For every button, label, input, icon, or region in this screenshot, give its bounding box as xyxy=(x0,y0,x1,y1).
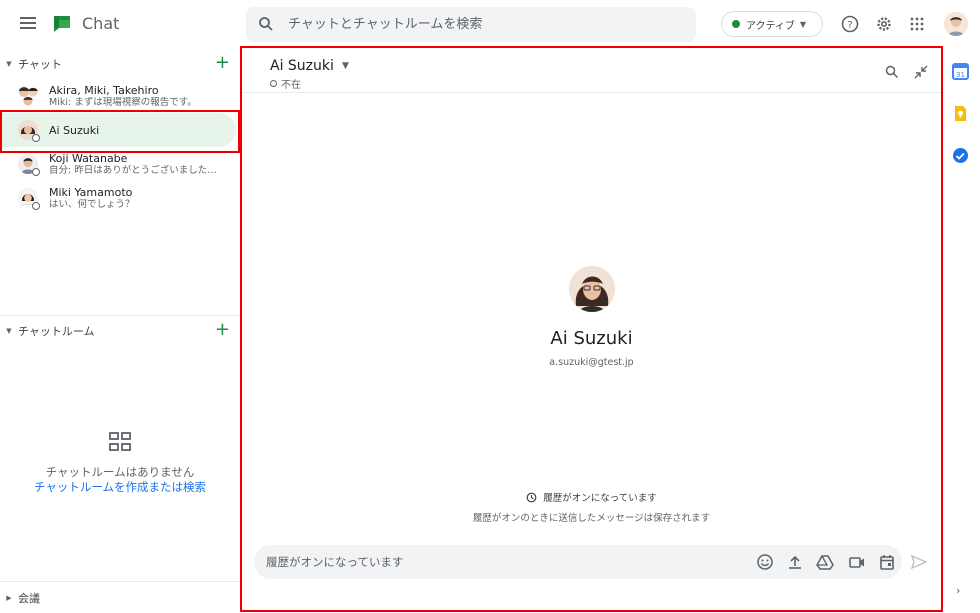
contact-name: Ai Suzuki xyxy=(550,328,633,349)
history-clock-icon xyxy=(526,492,537,503)
presence-text: 不在 xyxy=(281,80,301,91)
conversation-title[interactable]: Ai Suzuki xyxy=(270,58,334,74)
keep-icon[interactable] xyxy=(952,105,969,122)
dm-name: Koji Watanabe xyxy=(49,151,128,165)
rooms-empty-state: チャットルームはありません チャットルームを作成または検索 xyxy=(0,431,240,495)
expand-triangle-icon: ▼ xyxy=(6,327,12,335)
away-presence-icon xyxy=(270,80,277,87)
calendar-invite-icon[interactable] xyxy=(878,553,896,571)
dm-item-miki-yamamoto[interactable]: Miki Yamamoto はい、何でしょう？ xyxy=(0,181,236,215)
dm-name: Akira, Miki, Takehiro xyxy=(49,83,159,97)
dm-name: Ai Suzuki xyxy=(49,123,100,137)
meetings-section-title: 会議 xyxy=(18,592,40,605)
dm-item-koji-watanabe[interactable]: Koji Watanabe 自分: 昨日はありがとうございました… xyxy=(0,147,236,181)
tasks-icon[interactable] xyxy=(952,147,969,164)
rooms-section-header[interactable]: ▼ チャットルーム + xyxy=(0,316,240,346)
expand-triangle-icon: ▼ xyxy=(6,60,12,68)
conversation-header: Ai Suzuki ▼ 不在 xyxy=(242,48,941,93)
drive-icon[interactable] xyxy=(816,553,834,571)
side-panel-rail: 31 › xyxy=(945,48,980,613)
search-input[interactable] xyxy=(288,7,688,42)
dm-name: Miki Yamamoto xyxy=(49,185,133,199)
chat-section-title: チャット xyxy=(18,58,62,71)
apps-grid-icon[interactable] xyxy=(906,13,928,35)
message-composer[interactable] xyxy=(254,545,902,579)
koji-watanabe-avatar xyxy=(18,154,40,176)
section-divider xyxy=(0,581,240,582)
rooms-section-title: チャットルーム xyxy=(18,325,95,338)
dm-snippet: 自分: 昨日はありがとうございました… xyxy=(49,164,217,176)
ai-suzuki-avatar xyxy=(18,120,40,142)
search-icon[interactable] xyxy=(885,64,901,80)
main-menu-button[interactable] xyxy=(18,14,38,34)
meetings-section-header[interactable]: ▶ 会議 xyxy=(0,583,240,613)
conversation-panel: Ai Suzuki ▼ 不在 Ai Suzuki a.suzuki@gtest.… xyxy=(240,46,943,612)
away-presence-icon xyxy=(32,134,40,142)
history-status-text: 履歴がオンになっています xyxy=(543,493,657,504)
dm-snippet: Miki: まずは現場視察の報告です。 xyxy=(49,96,197,108)
chevron-down-icon[interactable]: ▼ xyxy=(342,61,349,71)
send-icon[interactable] xyxy=(910,553,928,571)
collapsed-triangle-icon: ▶ xyxy=(6,594,12,602)
message-input[interactable] xyxy=(266,545,746,579)
contact-avatar xyxy=(568,266,615,312)
away-presence-icon xyxy=(32,202,40,210)
minimize-icon[interactable] xyxy=(914,64,930,80)
video-meeting-icon[interactable] xyxy=(848,553,866,571)
svg-text:?: ? xyxy=(847,20,852,31)
contact-email: a.suzuki@gtest.jp xyxy=(549,357,634,368)
expand-panel-chevron-icon[interactable]: › xyxy=(956,584,960,597)
sidebar: ▼ チャット + Akira, Miki, Takehiro Miki: まずは… xyxy=(0,48,240,613)
emoji-icon[interactable] xyxy=(756,553,774,571)
svg-text:31: 31 xyxy=(956,71,965,79)
dm-snippet: はい、何でしょう？ xyxy=(49,198,135,210)
app-title: Chat xyxy=(82,14,120,33)
new-room-plus-icon[interactable]: + xyxy=(215,320,230,340)
upload-icon[interactable] xyxy=(786,553,804,571)
create-room-link[interactable]: チャットルームを作成または検索 xyxy=(0,480,240,495)
rooms-grid-icon xyxy=(108,431,132,455)
contact-profile: Ai Suzuki a.suzuki@gtest.jp xyxy=(242,266,941,368)
status-label: アクティブ xyxy=(746,20,795,32)
top-bar: Chat アクティブ ▼ ? xyxy=(0,0,980,48)
search-bar[interactable] xyxy=(246,7,696,42)
chat-section-header[interactable]: ▼ チャット + xyxy=(0,49,240,79)
rooms-empty-text: チャットルームはありません xyxy=(45,465,195,479)
history-note-text: 履歴がオンのときに送信したメッセージは保存されます xyxy=(472,513,711,524)
help-icon[interactable]: ? xyxy=(839,13,861,35)
away-presence-icon xyxy=(32,168,40,176)
presence-status: 不在 xyxy=(270,76,301,91)
miki-yamamoto-avatar xyxy=(18,188,40,210)
active-status-dot-icon xyxy=(732,20,740,28)
group-avatar xyxy=(18,86,38,106)
chevron-down-icon: ▼ xyxy=(799,19,807,29)
new-chat-plus-icon[interactable]: + xyxy=(215,53,230,73)
chat-logo-icon xyxy=(52,14,72,34)
history-notice: 履歴がオンになっています 履歴がオンのときに送信したメッセージは保存されます xyxy=(242,490,941,524)
dm-item-akira-miki-takehiro[interactable]: Akira, Miki, Takehiro Miki: まずは現場視察の報告です… xyxy=(0,79,236,113)
account-avatar[interactable] xyxy=(944,12,968,36)
status-dropdown[interactable]: アクティブ ▼ xyxy=(721,11,823,37)
dm-item-ai-suzuki[interactable]: Ai Suzuki xyxy=(0,113,236,147)
calendar-icon[interactable]: 31 xyxy=(952,63,969,80)
settings-icon[interactable] xyxy=(873,13,895,35)
search-icon xyxy=(258,16,274,36)
